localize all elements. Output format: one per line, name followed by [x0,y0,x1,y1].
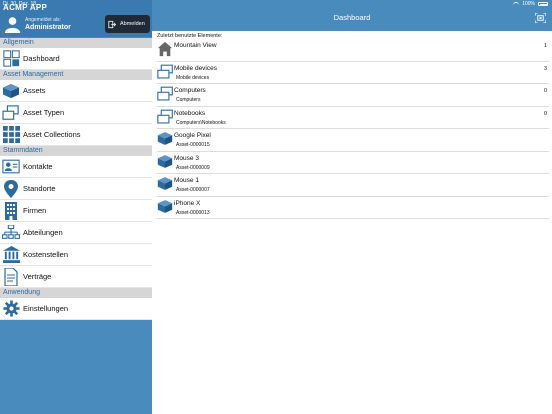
sidebar-item-kontakte[interactable]: Kontakte [0,156,152,178]
grid-icon [2,126,20,144]
list-item[interactable]: Mouse 3 Asset-0000009 [157,152,549,174]
building-icon [2,201,20,220]
page-title: Dashboard [333,13,371,22]
status-bar: Di. 30. Dez. 18 100% [0,0,552,8]
list-item-subtitle: Computers [176,97,201,103]
cube-icon [157,131,174,149]
dashboard-icon [2,50,20,68]
list-item-title: Computers [174,87,206,94]
user-name: Administrator [25,24,71,31]
main-panel: Dashboard Zuletzt benutzte Elemente: Mou… [152,0,552,414]
list-item-count: 0 [543,88,547,94]
user-avatar-icon [4,17,21,33]
sidebar-item-vertraege[interactable]: Verträge [0,266,152,288]
list-item-subtitle: Asset-0000007 [176,187,210,193]
document-icon [2,267,20,286]
list-item-title: Mobile devices [174,64,217,72]
list-item[interactable]: Google Pixel Asset-0000015 [157,129,549,152]
logout-icon [108,20,116,28]
sidebar-item-kostenstellen[interactable]: Kostenstellen [0,244,152,266]
list-item-title: Google Pixel [174,132,211,139]
section-header-stammdaten: Stammdaten [0,146,152,156]
list-item-subtitle: Computers\Notebooks [176,119,226,126]
sidebar-item-label: Asset Collections [23,130,81,139]
list-item-title: iPhone X [174,199,201,207]
section-header-allgemein: Allgemein [0,38,152,48]
list-item-title: Mouse 3 [174,154,199,162]
user-label: Angemeldet als: [25,17,61,23]
sidebar-item-asset-typen[interactable]: Asset Typen [0,102,152,124]
list-item[interactable]: Computers Computers 0 [157,84,549,107]
sidebar-item-asset-collections[interactable]: Asset Collections [0,124,152,146]
list-item-subtitle: Asset-0000009 [176,164,210,171]
section-header-anwendung: Anwendung [0,288,152,298]
list-item[interactable]: Mountain View 1 [157,39,549,62]
location-pin-icon [2,179,20,198]
status-time: Di. 30. Dez. 18 [3,1,37,7]
house-icon [157,41,174,59]
section-header-asset-management: Asset Management [0,70,152,80]
sidebar-item-dashboard[interactable]: Dashboard [0,48,152,70]
folder-icon [157,109,174,127]
wifi-icon [513,2,520,6]
sidebar-item-label: Abteilungen [23,228,63,237]
sidebar-item-label: Firmen [23,206,47,215]
list-item[interactable]: Mouse 1 Asset-0000007 [157,174,549,197]
list-item-subtitle: Mobile devices [176,74,210,81]
logout-button[interactable]: Abmelden [105,15,150,33]
list-item[interactable]: Notebooks Computers\Notebooks 0 [157,107,549,129]
list-item-title: Mouse 1 [174,177,199,184]
sidebar-item-standorte[interactable]: Standorte [0,178,152,200]
sidebar-menu: Allgemein Dashboard Asset Management Ass… [0,38,152,320]
list-item-subtitle: Asset-0000015 [176,142,210,148]
list-item-count: 3 [543,65,547,72]
bank-icon [2,246,20,264]
sidebar-item-label: Standorte [23,184,56,193]
sidebar-item-assets[interactable]: Assets [0,80,152,102]
list-item-title: Mountain View [174,42,217,49]
cube-icon [157,176,174,194]
sidebar-item-einstellungen[interactable]: Einstellungen [0,298,152,320]
logout-label: Abmelden [120,21,145,27]
sidebar: ACMP APP Angemeldet als: Administrator A… [0,0,152,414]
sidebar-item-label: Dashboard [23,54,60,63]
scan-icon[interactable] [535,13,546,23]
list-item[interactable]: iPhone X Asset-0000013 [157,197,549,219]
battery-percent: 100% [522,1,535,7]
list-item[interactable]: Mobile devices Mobile devices 3 [157,62,549,84]
sidebar-item-label: Kontakte [23,162,53,171]
list-item-count: 1 [543,43,547,49]
contact-card-icon [2,158,20,176]
cube-icon [2,82,20,100]
sidebar-item-label: Kostenstellen [23,250,69,259]
org-chart-icon [2,224,20,242]
folder-icon [157,86,174,104]
list-item-count: 0 [543,110,547,117]
sidebar-item-label: Einstellungen [23,304,69,313]
folder-icon [157,64,174,82]
sidebar-item-label: Asset Typen [23,108,65,117]
recent-items-list: Mountain View 1 Mobile devices Mobile devic… [157,39,549,219]
list-item-title: Notebooks [174,109,206,117]
battery-icon [538,2,548,6]
gear-icon [2,300,20,318]
sidebar-item-label: Assets [23,86,46,95]
folder-stack-icon [2,104,20,122]
sidebar-item-label: Verträge [23,272,52,281]
cube-icon [157,154,174,172]
list-item-subtitle: Asset-0000013 [176,209,210,216]
sidebar-item-abteilungen[interactable]: Abteilungen [0,222,152,244]
sidebar-item-firmen[interactable]: Firmen [0,200,152,222]
cube-icon [157,199,174,217]
